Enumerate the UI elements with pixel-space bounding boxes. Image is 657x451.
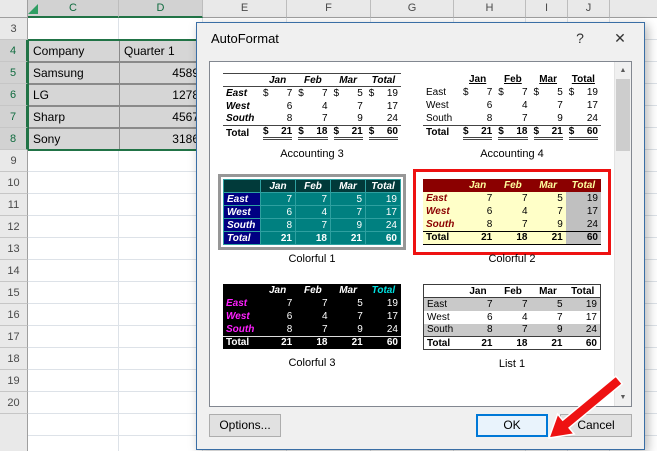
cell-D7[interactable]: 4567: [119, 106, 204, 128]
row-header-14[interactable]: 14: [0, 260, 28, 282]
format-label: Accounting 4: [480, 147, 544, 160]
column-header-G[interactable]: G: [371, 0, 454, 18]
column-header-I[interactable]: I: [526, 0, 568, 18]
autoformat-dialog: AutoFormat ? ✕ Jan Feb Mar Total East $7 $7 $5 $…: [196, 22, 645, 450]
scroll-down-icon: ▼: [619, 394, 627, 401]
format-option-list-1[interactable]: Jan Feb Mar Total East 7 7 5 19 West 6 4 7 17 South 8 7 9…: [412, 279, 612, 370]
preview-table: Jan Feb Mar Total East 7 7 5 19 West 6 4 7 17 South 8 7 9…: [423, 179, 601, 245]
cell-D8[interactable]: 3186: [119, 128, 204, 150]
format-label: Colorful 3: [288, 357, 336, 369]
format-label: Colorful 1: [288, 253, 336, 265]
cancel-button[interactable]: Cancel: [560, 413, 632, 437]
dialog-title: AutoFormat: [211, 30, 279, 46]
cell-D6[interactable]: 1278: [119, 84, 204, 106]
row-header-17[interactable]: 17: [0, 326, 28, 348]
ok-button[interactable]: OK: [476, 413, 548, 437]
format-label: Accounting 3: [280, 148, 344, 160]
format-gallery: Jan Feb Mar Total East $7 $7 $5 $19 West 6 4 7 17 Sout…: [209, 61, 632, 407]
cell-C7[interactable]: Sharp: [28, 106, 120, 128]
scroll-thumb[interactable]: [616, 79, 630, 151]
row-header-15[interactable]: 15: [0, 282, 28, 304]
help-button[interactable]: ?: [560, 23, 600, 53]
scroll-up-button[interactable]: ▲: [615, 62, 631, 79]
row-header-4[interactable]: 4: [0, 40, 28, 62]
row-header-16[interactable]: 16: [0, 304, 28, 326]
preview-table: Jan Feb Mar Total East $7 $7 $5 $19 West 6 4 7 17 Sout…: [423, 73, 601, 140]
row-header-11[interactable]: 11: [0, 194, 28, 216]
row-header-10[interactable]: 10: [0, 172, 28, 194]
options-button[interactable]: Options...: [209, 413, 281, 437]
scroll-down-button[interactable]: ▼: [615, 389, 631, 406]
format-option-colorful-3[interactable]: Jan Feb Mar Total East 7 7 5 19 West 6 4 7 17 South 8 7 9…: [212, 279, 412, 370]
format-label: Colorful 2: [488, 252, 536, 265]
row-header-5[interactable]: 5: [0, 62, 28, 84]
preview-table: Jan Feb Mar Total East $7 $7 $5 $19 West 6 4 7 17 Sout…: [223, 73, 401, 140]
column-header-J[interactable]: J: [568, 0, 610, 18]
cell-D4[interactable]: Quarter 1: [119, 40, 204, 62]
cell-C6[interactable]: LG: [28, 84, 120, 106]
row-header-19[interactable]: 19: [0, 370, 28, 392]
format-gallery-grid: Jan Feb Mar Total East $7 $7 $5 $19 West 6 4 7 17 Sout…: [210, 62, 614, 406]
cell-D5[interactable]: 4589: [119, 62, 204, 84]
column-headers: CDEFGHIJ: [0, 0, 657, 18]
preview-table: Jan Feb Mar Total East 7 7 5 19 West 6 4 7 17 South 8 7 9…: [223, 179, 401, 245]
excel-window: Company Quarter 1 Samsung 4589 LG 1278 Sharp 45…: [0, 0, 657, 451]
dialog-footer: Options... OK Cancel: [197, 407, 644, 449]
row-header-9[interactable]: 9: [0, 150, 28, 172]
preview-table: Jan Feb Mar Total East 7 7 5 19 West 6 4 7 17 South 8 7 9…: [223, 284, 401, 349]
row-header-20[interactable]: 20: [0, 392, 28, 414]
row-header-3[interactable]: 3: [0, 18, 28, 40]
format-option-colorful-2[interactable]: Jan Feb Mar Total East 7 7 5 19 West 6 4 7 17 South 8 7 9…: [412, 169, 612, 265]
preview-table: Jan Feb Mar Total East 7 7 5 19 West 6 4 7 17 South 8 7 9…: [423, 284, 601, 350]
cell-C4[interactable]: Company: [28, 40, 120, 62]
select-all-icon: [28, 4, 38, 14]
format-option-colorful-1[interactable]: Jan Feb Mar Total East 7 7 5 19 West 6 4 7 17 South 8 7 9…: [212, 174, 412, 265]
row-header-7[interactable]: 7: [0, 106, 28, 128]
format-label: List 1: [498, 358, 526, 370]
row-headers: 3 4 5 6 7 8 9 10 11 12 13 14 15 16 17 18 19 20: [0, 18, 28, 451]
column-header-F[interactable]: F: [287, 0, 371, 18]
column-header-E[interactable]: E: [203, 0, 287, 18]
close-icon[interactable]: ✕: [600, 23, 640, 53]
format-option-accounting-4[interactable]: Jan Feb Mar Total East $7 $7 $5 $19 West 6 4 7 17 Sout…: [412, 68, 612, 160]
format-option-accounting-3[interactable]: Jan Feb Mar Total East $7 $7 $5 $19 West 6 4 7 17 Sout…: [212, 68, 412, 160]
scrollbar[interactable]: ▲ ▼: [614, 62, 631, 406]
select-all-corner[interactable]: [0, 0, 38, 18]
column-header-D[interactable]: D: [119, 0, 203, 18]
row-header-8[interactable]: 8: [0, 128, 28, 150]
row-header-6[interactable]: 6: [0, 84, 28, 106]
row-header-12[interactable]: 12: [0, 216, 28, 238]
scroll-up-icon: ▲: [619, 67, 627, 74]
dialog-titlebar[interactable]: AutoFormat ? ✕: [197, 23, 644, 53]
column-header-C[interactable]: C: [28, 0, 119, 18]
cell-C8[interactable]: Sony: [28, 128, 120, 150]
row-header-18[interactable]: 18: [0, 348, 28, 370]
cell-C5[interactable]: Samsung: [28, 62, 120, 84]
row-header-13[interactable]: 13: [0, 238, 28, 260]
column-header-H[interactable]: H: [454, 0, 526, 18]
